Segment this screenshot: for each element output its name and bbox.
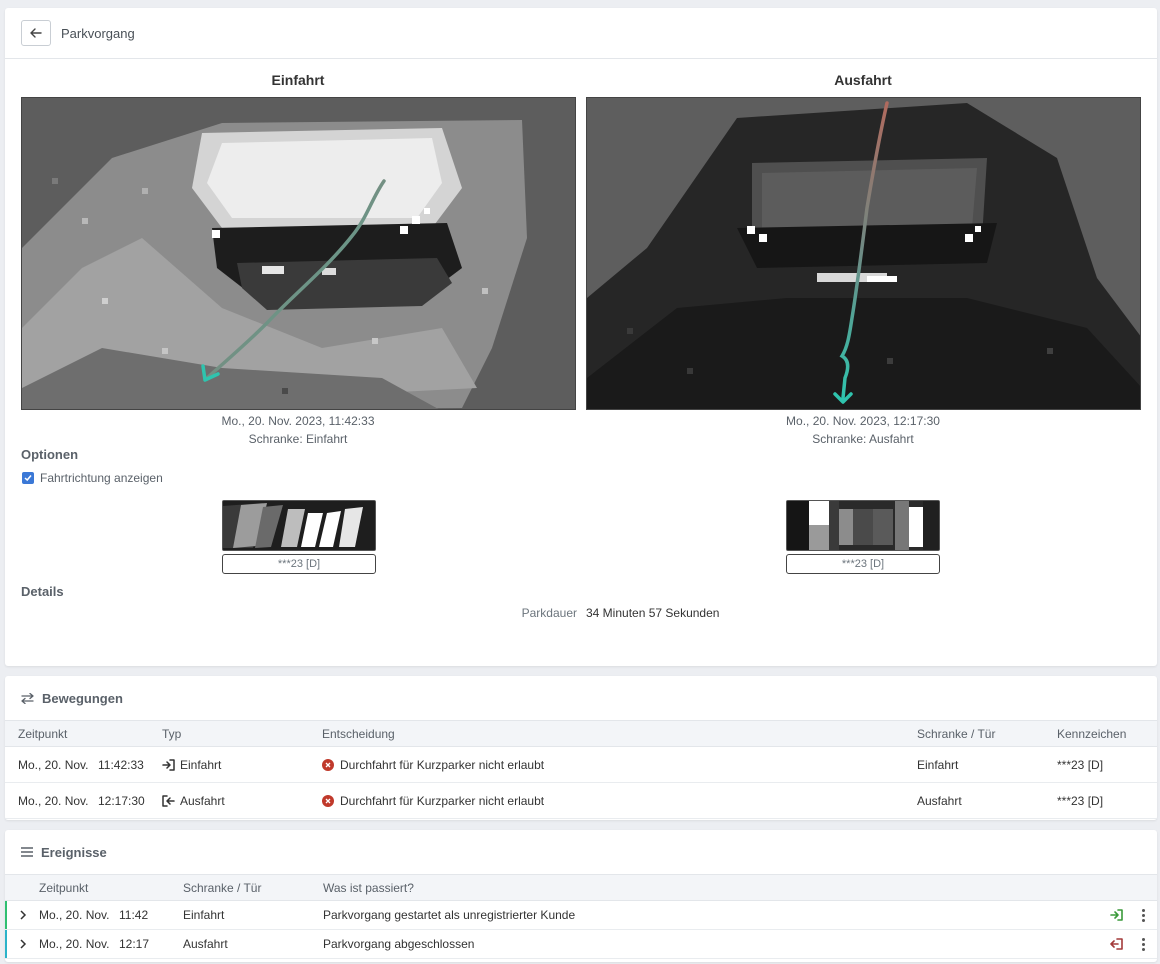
more-options-icon[interactable]	[1142, 909, 1145, 922]
list-icon	[21, 847, 33, 857]
movements-table: Zeitpunkt Typ Entscheidung Schranke / Tü…	[5, 721, 1157, 819]
page-title: Parkvorgang	[61, 25, 135, 41]
event-date: Mo., 20. Nov.	[39, 908, 110, 922]
options-title: Optionen	[21, 447, 79, 462]
exit-plate-text: ***23 [D]	[786, 554, 940, 574]
movements-title: Bewegungen	[42, 690, 123, 706]
event-time: 12:17	[119, 937, 150, 951]
row-decision-label: Durchfahrt für Kurzparker nicht erlaubt	[340, 793, 545, 808]
movements-header: Bewegungen	[5, 676, 1157, 721]
exit-timestamp: Mo., 20. Nov. 2023, 12:17:30	[786, 414, 940, 428]
col-gate[interactable]: Schranke / Tür	[917, 721, 995, 746]
swap-arrows-icon	[21, 692, 34, 704]
error-icon	[322, 794, 334, 807]
exit-gate: Schranke: Ausfahrt	[812, 432, 914, 446]
event-accent-bar	[5, 901, 7, 929]
col-what-happened[interactable]: Was ist passiert?	[323, 875, 414, 900]
expand-chevron-icon[interactable]	[19, 930, 27, 958]
row-date: Mo., 20. Nov.	[18, 757, 89, 772]
parking-session-card: Parkvorgang Einfahrt Mo., 20. Nov. 2023,…	[5, 8, 1157, 666]
error-icon	[322, 758, 334, 771]
col-plate[interactable]: Kennzeichen	[1057, 721, 1126, 746]
details-title: Details	[21, 584, 64, 599]
row-gate: Ausfahrt	[917, 793, 962, 808]
row-time: 11:42:33	[98, 757, 144, 772]
entry-plate-image	[222, 500, 376, 551]
col-gate[interactable]: Schranke / Tür	[183, 875, 261, 900]
entry-camera-image[interactable]	[21, 97, 576, 410]
row-type: Ausfahrt	[162, 783, 225, 818]
movements-card: Bewegungen Zeitpunkt Typ Entscheidung Sc…	[5, 676, 1157, 820]
row-decision: Durchfahrt für Kurzparker nicht erlaubt	[322, 783, 544, 818]
event-row[interactable]: Mo., 20. Nov. 12:17 Ausfahrt Parkvorgang…	[5, 930, 1157, 959]
show-direction-label: Fahrtrichtung anzeigen	[40, 471, 163, 485]
parking-duration-label: Parkdauer	[521, 606, 577, 620]
row-plate: ***23 [D]	[1057, 793, 1104, 808]
exit-camera-image[interactable]	[586, 97, 1141, 410]
sign-in-icon	[1110, 901, 1123, 929]
check-icon	[24, 475, 32, 482]
events-table: Zeitpunkt Schranke / Tür Was ist passier…	[5, 875, 1157, 959]
sign-in-icon	[162, 758, 175, 771]
movements-table-header: Zeitpunkt Typ Entscheidung Schranke / Tü…	[5, 721, 1157, 747]
card-header: Parkvorgang	[5, 8, 1157, 59]
col-type[interactable]: Typ	[162, 721, 181, 746]
row-type-label: Einfahrt	[180, 757, 222, 772]
arrow-left-icon	[30, 28, 42, 38]
event-gate: Ausfahrt	[183, 937, 228, 951]
show-direction-checkbox[interactable]	[22, 472, 34, 484]
row-date: Mo., 20. Nov.	[18, 793, 89, 808]
row-time: 12:17:30	[98, 793, 145, 808]
row-decision: Durchfahrt für Kurzparker nicht erlaubt	[322, 747, 544, 782]
row-type-label: Ausfahrt	[180, 793, 225, 808]
row-decision-label: Durchfahrt für Kurzparker nicht erlaubt	[340, 757, 545, 772]
row-type: Einfahrt	[162, 747, 221, 782]
sign-out-icon	[1110, 930, 1123, 958]
entry-plate-text: ***23 [D]	[222, 554, 376, 574]
table-row[interactable]: Mo., 20. Nov. 11:42:33 Einfahrt Durchfah…	[5, 747, 1157, 783]
back-button[interactable]	[21, 20, 51, 46]
events-card: Ereignisse Zeitpunkt Schranke / Tür Was …	[5, 830, 1157, 962]
sign-out-icon	[162, 794, 175, 807]
event-time: 11:42	[119, 908, 149, 922]
exit-title: Ausfahrt	[834, 72, 892, 88]
parking-duration-value: 34 Minuten 57 Sekunden	[586, 606, 720, 620]
expand-chevron-icon[interactable]	[19, 901, 27, 929]
table-row[interactable]: Mo., 20. Nov. 12:17:30 Ausfahrt Durchfah…	[5, 783, 1157, 819]
row-plate: ***23 [D]	[1057, 757, 1104, 772]
entry-timestamp: Mo., 20. Nov. 2023, 11:42:33	[221, 414, 375, 428]
row-gate: Einfahrt	[917, 757, 959, 772]
col-decision[interactable]: Entscheidung	[322, 721, 395, 746]
col-timestamp[interactable]: Zeitpunkt	[18, 721, 67, 746]
exit-plate-image	[786, 500, 940, 551]
event-gate: Einfahrt	[183, 908, 225, 922]
event-description: Parkvorgang gestartet als unregistrierte…	[323, 908, 576, 922]
entry-gate: Schranke: Einfahrt	[248, 432, 348, 446]
col-timestamp[interactable]: Zeitpunkt	[39, 875, 88, 900]
events-title: Ereignisse	[41, 844, 107, 860]
event-row[interactable]: Mo., 20. Nov. 11:42 Einfahrt Parkvorgang…	[5, 901, 1157, 930]
show-direction-option[interactable]: Fahrtrichtung anzeigen	[22, 471, 163, 485]
entry-title: Einfahrt	[271, 72, 325, 88]
event-accent-bar	[5, 930, 7, 958]
events-header: Ereignisse	[5, 830, 1157, 875]
more-options-icon[interactable]	[1142, 938, 1145, 951]
events-table-header: Zeitpunkt Schranke / Tür Was ist passier…	[5, 875, 1157, 901]
event-description: Parkvorgang abgeschlossen	[323, 937, 475, 951]
event-date: Mo., 20. Nov.	[39, 937, 110, 951]
